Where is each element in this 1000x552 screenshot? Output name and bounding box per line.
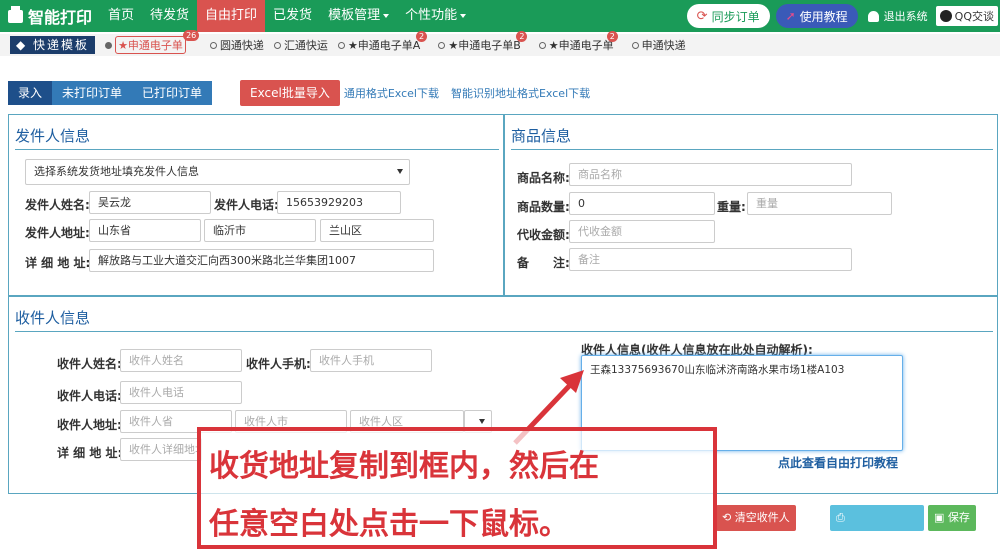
instruction-callout: 收货地址复制到框内，然后在 任意空白处点击一下鼠标。 xyxy=(197,427,717,549)
print-button[interactable]: ⎙ xyxy=(830,505,924,531)
print-icon: ⎙ xyxy=(836,511,845,524)
callout-line-2: 任意空白处点击一下鼠标。 xyxy=(209,507,569,542)
clear-label: 清空收件人 xyxy=(734,511,790,524)
clear-receiver-button[interactable]: ⟲ 清空收件人 xyxy=(716,505,796,531)
save-button[interactable]: ▣ 保存 xyxy=(928,505,976,531)
callout-line-1: 收货地址复制到框内，然后在 xyxy=(209,449,599,484)
save-label: 保存 xyxy=(947,511,970,524)
